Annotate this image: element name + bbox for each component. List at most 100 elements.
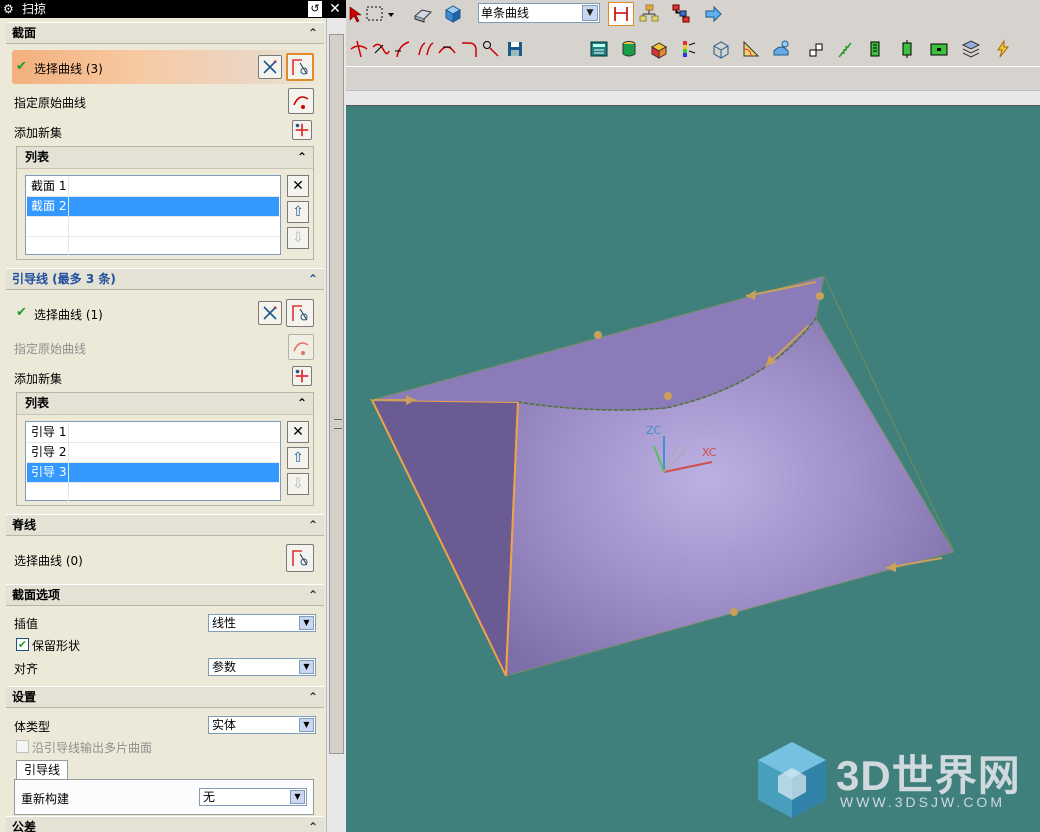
grip-icon xyxy=(334,419,342,429)
move-down-icon[interactable]: ⇩ xyxy=(287,473,309,495)
lightning-icon[interactable] xyxy=(992,38,1014,60)
assembly-tree-icon[interactable] xyxy=(638,2,660,24)
toolbar-row-2 xyxy=(346,34,1040,64)
box-feature-icon[interactable] xyxy=(648,38,670,60)
curve-trim-icon[interactable] xyxy=(348,38,370,60)
color-analysis-icon[interactable] xyxy=(678,38,700,60)
side-face[interactable] xyxy=(370,398,520,677)
scrollbar-thumb[interactable] xyxy=(329,34,344,754)
curve-extend-icon[interactable] xyxy=(392,38,414,60)
guides-list[interactable]: 引导 1 引导 2 引导 3 xyxy=(25,421,281,503)
body-type-dropdown[interactable]: 实体 ▼ xyxy=(208,716,316,734)
guides-select-curve-row[interactable]: ✔ 选择曲线 (1) xyxy=(12,296,322,330)
list-item-empty[interactable] xyxy=(27,483,279,503)
curve-bridge-icon[interactable] xyxy=(436,38,458,60)
list-item[interactable]: 截面 1 xyxy=(27,177,279,197)
settings-header[interactable]: 设置 ⌃ xyxy=(6,686,324,708)
select-dropdown-icon[interactable] xyxy=(386,3,396,25)
reverse-direction-icon[interactable] xyxy=(258,301,282,325)
wireframe-cube-icon[interactable] xyxy=(710,38,732,60)
list-item[interactable]: 引导 3 xyxy=(27,463,279,483)
collapse-icon[interactable]: ⌃ xyxy=(308,269,318,290)
reset-icon[interactable]: ↺ xyxy=(308,1,322,17)
add-set-icon[interactable] xyxy=(292,366,312,386)
collapse-icon[interactable]: ⌃ xyxy=(308,687,318,708)
list-item[interactable]: 截面 2 xyxy=(27,197,279,217)
preserve-shape-checkbox[interactable]: ✔ xyxy=(16,638,29,651)
handle-point[interactable] xyxy=(594,331,602,339)
save-icon[interactable] xyxy=(504,38,526,60)
select-curve-icon[interactable] xyxy=(286,299,314,327)
select-curve-icon[interactable] xyxy=(286,544,314,572)
solid-cube-icon[interactable] xyxy=(442,3,464,25)
collapse-icon[interactable]: ⌃ xyxy=(308,23,318,44)
add-set-icon[interactable] xyxy=(292,120,312,140)
snap-endpoints-icon[interactable] xyxy=(608,2,634,26)
section-header[interactable]: 截面 ⌃ xyxy=(6,22,324,44)
specify-origin-curve-icon[interactable] xyxy=(288,88,314,114)
select-curve-icon[interactable] xyxy=(286,53,314,81)
ruler-angle-icon[interactable] xyxy=(740,38,762,60)
cylinder-icon[interactable] xyxy=(618,38,640,60)
chevron-down-icon[interactable]: ▼ xyxy=(299,718,314,732)
collapse-icon[interactable]: ⌃ xyxy=(308,817,318,832)
list-item[interactable]: 引导 2 xyxy=(27,443,279,463)
move-down-icon[interactable]: ⇩ xyxy=(287,227,309,249)
battery-green-icon[interactable] xyxy=(864,38,886,60)
steps-icon[interactable] xyxy=(806,38,828,60)
calculator-icon[interactable] xyxy=(588,38,610,60)
curve-split-icon[interactable] xyxy=(370,38,392,60)
point-curve-icon[interactable] xyxy=(480,38,502,60)
curve-length-icon[interactable] xyxy=(414,38,436,60)
layers-icon[interactable] xyxy=(960,38,982,60)
collapse-icon[interactable]: ⌃ xyxy=(308,515,318,536)
collapse-icon[interactable]: ⌃ xyxy=(308,585,318,606)
move-up-icon[interactable]: ⇧ xyxy=(287,201,309,223)
list-item[interactable]: 引导 1 xyxy=(27,423,279,443)
collapse-icon[interactable]: ⌃ xyxy=(297,393,307,414)
handle-point[interactable] xyxy=(664,392,672,400)
list-item-empty[interactable] xyxy=(27,217,279,237)
list-item-empty[interactable] xyxy=(27,237,279,257)
section-options-header[interactable]: 截面选项 ⌃ xyxy=(6,584,324,606)
surface-analysis-icon[interactable] xyxy=(770,38,792,60)
close-icon[interactable]: ✕ xyxy=(328,1,342,17)
reverse-direction-icon[interactable] xyxy=(258,55,282,79)
chevron-down-icon[interactable]: ▼ xyxy=(299,660,314,674)
chevron-down-icon[interactable]: ▼ xyxy=(582,5,598,21)
dialog-scrollbar[interactable] xyxy=(326,18,346,832)
remove-icon[interactable]: ✕ xyxy=(287,175,309,197)
tolerance-header[interactable]: 公差 ⌃ xyxy=(6,816,324,832)
selection-filter-dropdown[interactable]: 单条曲线 ▼ xyxy=(478,3,600,23)
section-list-header[interactable]: 列表 ⌃ xyxy=(17,147,313,169)
swept-surface-model[interactable] xyxy=(346,106,1040,832)
hierarchy-icon[interactable] xyxy=(670,2,692,24)
rebuild-dropdown[interactable]: 无 ▼ xyxy=(199,788,307,806)
section-select-curve-row[interactable]: ✔ 选择曲线 (3) xyxy=(12,50,322,84)
guides-header[interactable]: 引导线 (最多 3 条) ⌃ xyxy=(6,268,324,290)
screen-icon[interactable] xyxy=(928,38,950,60)
multi-surface-checkbox[interactable] xyxy=(16,740,29,753)
handle-point[interactable] xyxy=(730,608,738,616)
chevron-down-icon[interactable]: ▼ xyxy=(290,790,305,804)
section-list[interactable]: 截面 1 截面 2 xyxy=(25,175,281,257)
remove-icon[interactable]: ✕ xyxy=(287,421,309,443)
specify-origin-curve-icon[interactable] xyxy=(288,334,314,360)
component-icon[interactable] xyxy=(896,38,918,60)
graphics-viewport[interactable]: ZC XC xyxy=(346,106,1040,832)
tab-guide[interactable]: 引导线 xyxy=(16,760,68,780)
move-up-icon[interactable]: ⇧ xyxy=(287,447,309,469)
block-feature-icon[interactable] xyxy=(412,3,434,25)
arrow-right-icon[interactable] xyxy=(702,3,724,25)
spine-header[interactable]: 脊线 ⌃ xyxy=(6,514,324,536)
handle-point[interactable] xyxy=(816,292,824,300)
gear-icon[interactable]: ⚙ xyxy=(3,2,17,16)
alignment-dropdown[interactable]: 参数 ▼ xyxy=(208,658,316,676)
collapse-icon[interactable]: ⌃ xyxy=(297,147,307,168)
chevron-down-icon[interactable]: ▼ xyxy=(299,616,314,630)
curve-fillet-icon[interactable] xyxy=(458,38,480,60)
interpolation-dropdown[interactable]: 线性 ▼ xyxy=(208,614,316,632)
rectangle-select-icon[interactable] xyxy=(364,3,386,25)
comb-icon[interactable] xyxy=(834,38,856,60)
guides-list-header[interactable]: 列表 ⌃ xyxy=(17,393,313,415)
